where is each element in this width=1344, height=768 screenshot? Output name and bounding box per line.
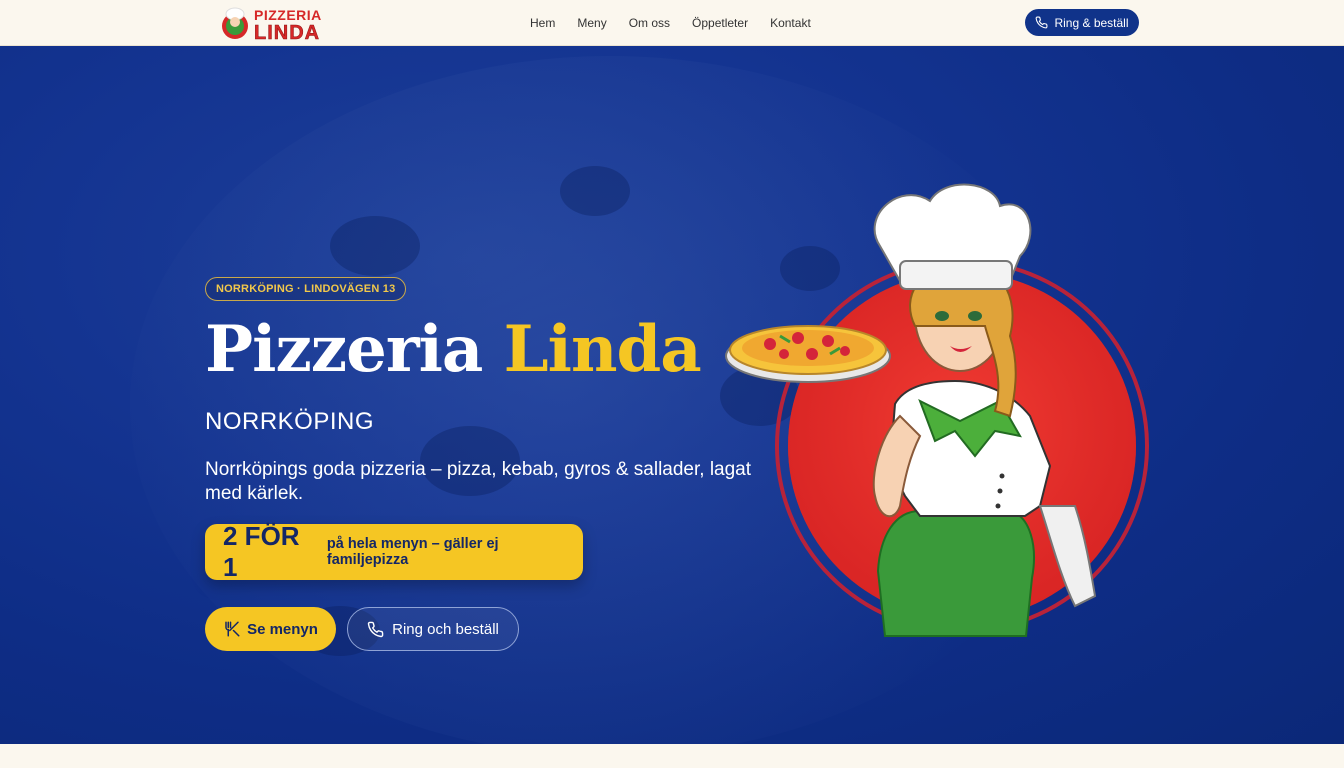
offer-banner: 2 FÖR 1 på hela menyn – gäller ej familj… <box>205 521 583 582</box>
page-title: Pizzeria Linda <box>205 318 702 382</box>
city-subtitle: NORRKÖPING <box>205 408 375 435</box>
phone-icon <box>1036 16 1048 29</box>
call-and-order-label: Ring och beställ <box>392 620 499 638</box>
logo-line1: PIZZERIA <box>254 7 322 23</box>
offer-details: på hela menyn – gäller ej familjepizza <box>326 536 499 568</box>
phone-icon <box>367 621 384 637</box>
next-section-edge <box>0 744 1344 768</box>
tagline: Norrköpings goda pizzeria – pizza, kebab… <box>205 459 752 504</box>
location-badge: NORRKÖPING · LINDOVÄGEN 13 <box>205 277 407 301</box>
chef-illustration <box>725 183 1149 637</box>
nav-meny[interactable]: Meny <box>577 16 606 30</box>
main-nav: Hem Meny Om oss Öppetleter Kontakt <box>530 0 833 46</box>
see-menu-button[interactable]: Se menyn <box>205 607 336 651</box>
offer-headline: 2 FÖR 1 <box>223 521 300 582</box>
logo-line2: LINDA <box>254 22 321 44</box>
title-main: Pizzeria <box>205 312 483 387</box>
header-call-label: Ring & beställ <box>1054 15 1129 30</box>
title-accent: Linda <box>503 312 702 387</box>
utensils-icon <box>225 621 240 637</box>
logo[interactable]: PIZZERIA LINDA <box>218 4 338 44</box>
nav-om-oss[interactable]: Om oss <box>629 16 670 30</box>
see-menu-label: Se menyn <box>247 620 318 638</box>
site-header: PIZZERIA LINDA Hem Meny Om oss Öppetlete… <box>0 0 1344 46</box>
call-and-order-button[interactable]: Ring och beställ <box>347 607 519 651</box>
header-call-button[interactable]: Ring & beställ <box>1025 9 1139 36</box>
nav-hem[interactable]: Hem <box>530 16 555 30</box>
chef-logo-icon <box>222 7 248 39</box>
hero-section: NORRKÖPING · LINDOVÄGEN 13 Pizzeria Lind… <box>0 46 1344 744</box>
nav-oppettider[interactable]: Öppetleter <box>692 16 748 30</box>
nav-kontakt[interactable]: Kontakt <box>770 16 811 30</box>
